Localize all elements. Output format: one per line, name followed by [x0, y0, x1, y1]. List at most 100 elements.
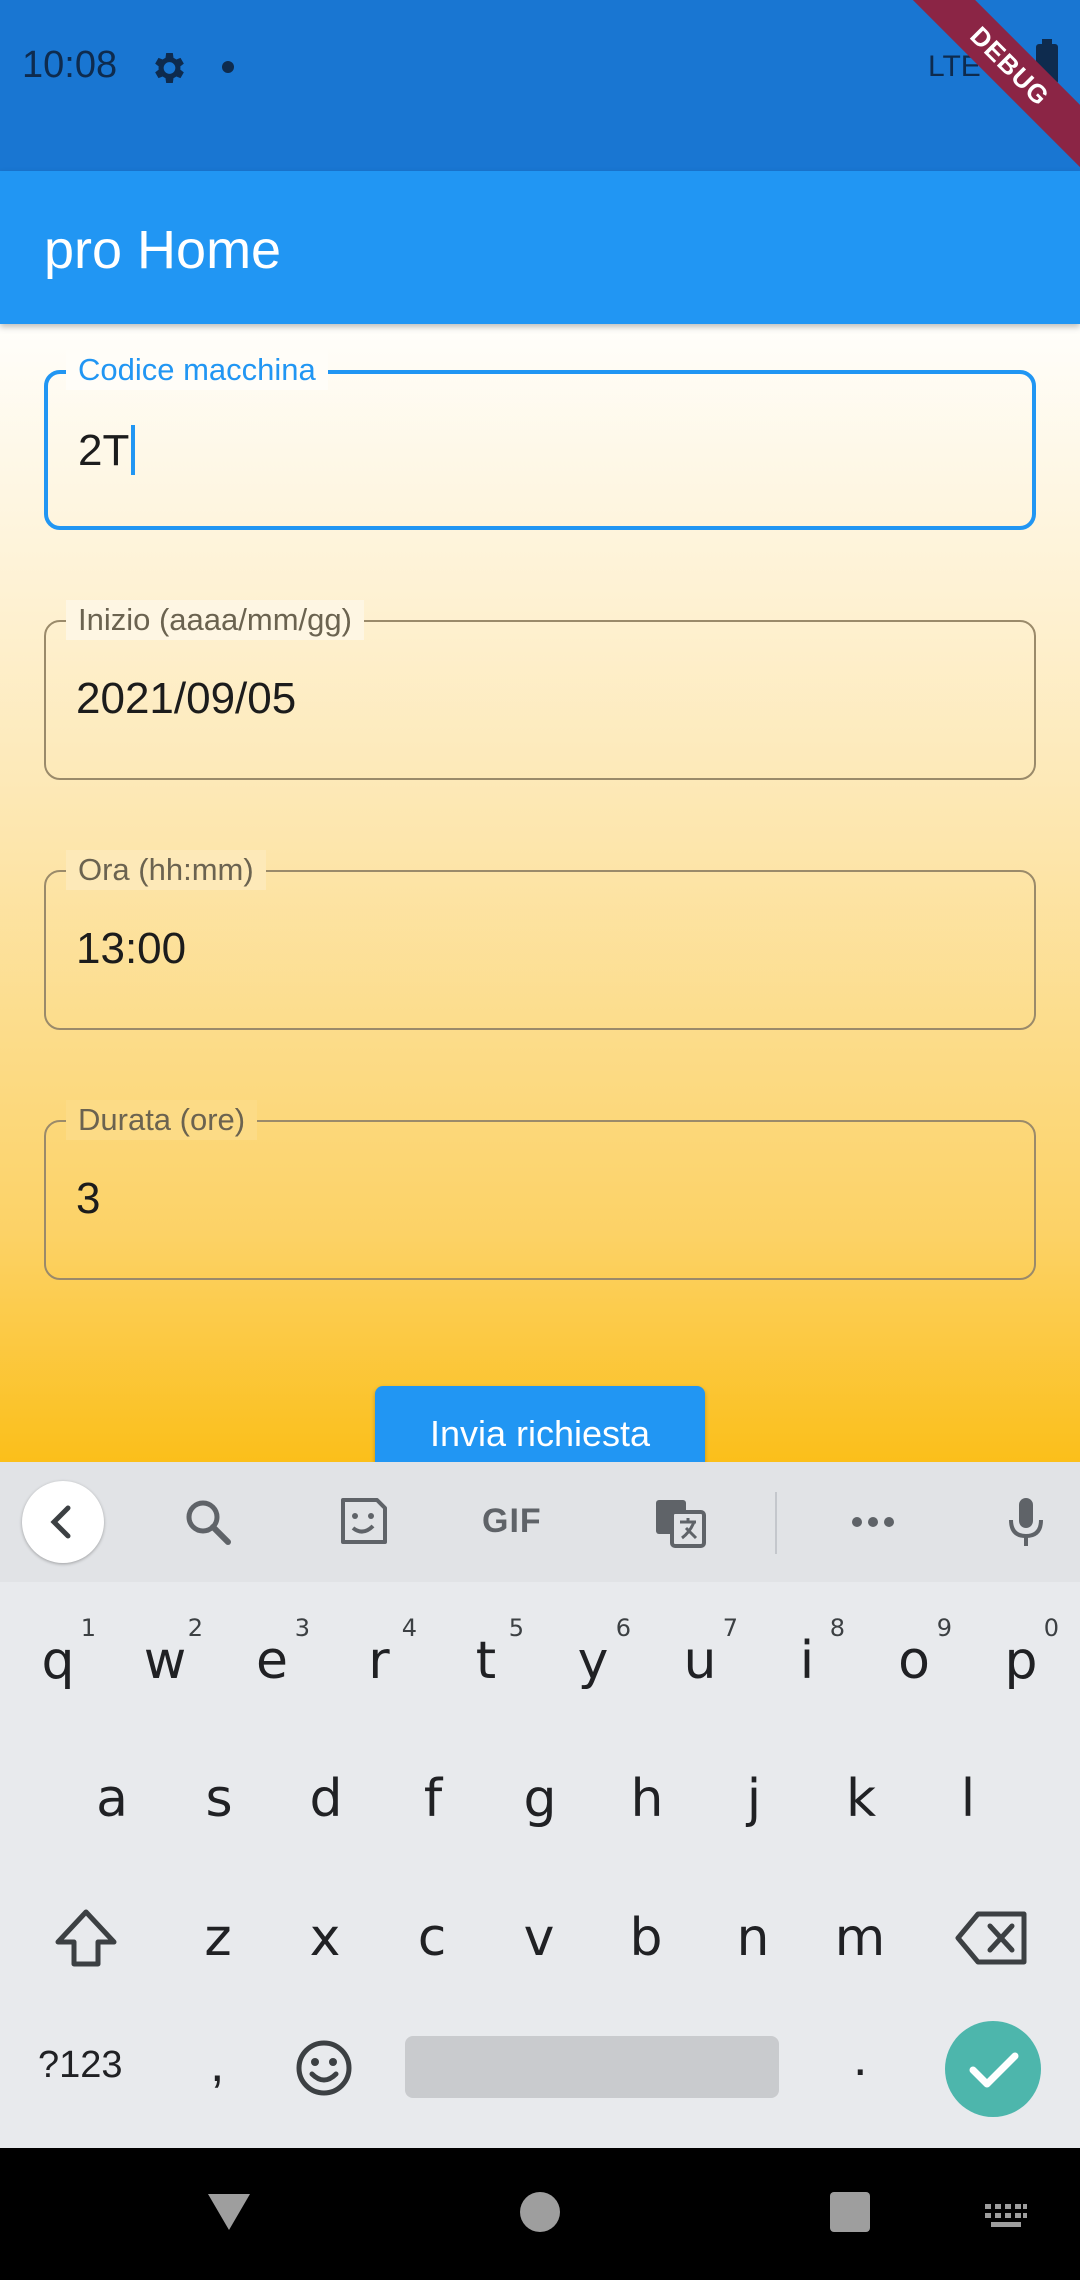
text-cursor	[131, 425, 136, 476]
sticker-icon[interactable]	[333, 1492, 393, 1552]
key-l[interactable]: l	[916, 1744, 1020, 1854]
period-key[interactable]: .	[853, 2028, 867, 2088]
key-b[interactable]: b	[594, 1883, 698, 1993]
key-hint: 6	[615, 1614, 631, 1642]
back-nav-icon[interactable]	[204, 2190, 254, 2234]
toolbar-divider	[775, 1492, 777, 1554]
key-y[interactable]: y6	[541, 1606, 645, 1716]
key-label: d	[309, 1769, 343, 1829]
key-h[interactable]: h	[595, 1744, 699, 1854]
time-field[interactable]: Ora (hh:mm) 13:00	[44, 850, 1036, 1030]
time-input[interactable]: 13:00	[76, 924, 186, 974]
key-d[interactable]: d	[274, 1744, 378, 1854]
chevron-left-icon	[50, 1505, 71, 1539]
key-hint: 2	[187, 1614, 203, 1642]
key-m[interactable]: m	[808, 1883, 912, 1993]
key-label: z	[204, 1908, 232, 1968]
shift-icon[interactable]	[50, 1902, 122, 1974]
key-g[interactable]: g	[488, 1744, 592, 1854]
app-bar: pro Home	[0, 171, 1080, 324]
submit-request-button[interactable]: Invia richiesta	[375, 1386, 705, 1462]
microphone-icon[interactable]	[996, 1492, 1056, 1552]
key-v[interactable]: v	[487, 1883, 591, 1993]
start-date-label: Inizio (aaaa/mm/gg)	[66, 600, 364, 640]
key-u[interactable]: u7	[648, 1606, 752, 1716]
key-s[interactable]: s	[167, 1744, 271, 1854]
collapse-toolbar-button[interactable]	[22, 1481, 104, 1563]
debug-banner: DEBUG	[910, 0, 1080, 170]
settings-icon	[155, 53, 184, 83]
key-hint: 8	[829, 1614, 845, 1642]
key-label: l	[960, 1769, 976, 1829]
space-bar[interactable]	[405, 2036, 779, 2098]
home-nav-icon[interactable]	[518, 2190, 562, 2234]
key-label: k	[845, 1769, 877, 1829]
key-hint: 9	[936, 1614, 952, 1642]
translate-icon[interactable]	[650, 1492, 710, 1552]
key-z[interactable]: z	[166, 1883, 270, 1993]
key-label: b	[629, 1908, 663, 1968]
key-n[interactable]: n	[701, 1883, 805, 1993]
key-label: v	[523, 1908, 555, 1968]
key-p[interactable]: p0	[969, 1606, 1073, 1716]
key-o[interactable]: o9	[862, 1606, 966, 1716]
key-hint: 3	[294, 1614, 310, 1642]
symbols-key[interactable]: ?123	[38, 2044, 123, 2087]
duration-input[interactable]: 3	[76, 1174, 100, 1224]
recents-nav-icon[interactable]	[829, 2191, 871, 2233]
key-e[interactable]: e3	[220, 1606, 324, 1716]
check-icon	[969, 2052, 1019, 2088]
key-label: a	[96, 1769, 128, 1829]
gif-button[interactable]: GIF	[482, 1502, 542, 1541]
keyboard-switch-icon[interactable]	[983, 2202, 1029, 2230]
start-date-input[interactable]: 2021/09/05	[76, 674, 296, 724]
debug-banner-container: DEBUG	[910, 0, 1080, 170]
key-label: m	[834, 1908, 886, 1968]
key-c[interactable]: c	[380, 1883, 484, 1993]
key-label: j	[746, 1769, 762, 1829]
form-content: Codice macchina 2T Inizio (aaaa/mm/gg) 2…	[0, 324, 1080, 1462]
key-a[interactable]: a	[60, 1744, 164, 1854]
enter-key[interactable]	[945, 2021, 1041, 2117]
status-bar: 10:08 LTE DEBUG	[0, 0, 1080, 171]
machine-code-label: Codice macchina	[66, 350, 328, 390]
key-hint: 4	[401, 1614, 417, 1642]
key-label: x	[309, 1908, 341, 1968]
key-i[interactable]: i8	[755, 1606, 859, 1716]
duration-field[interactable]: Durata (ore) 3	[44, 1100, 1036, 1280]
navigation-bar	[0, 2148, 1080, 2280]
key-hint: 0	[1043, 1614, 1059, 1642]
key-t[interactable]: t5	[434, 1606, 538, 1716]
key-w[interactable]: w2	[113, 1606, 217, 1716]
search-icon[interactable]	[178, 1492, 238, 1552]
key-label: h	[630, 1769, 664, 1829]
machine-code-input[interactable]: 2T	[78, 425, 136, 476]
key-label: n	[736, 1908, 770, 1968]
key-label: s	[205, 1769, 233, 1829]
machine-code-field[interactable]: Codice macchina 2T	[44, 350, 1036, 530]
key-hint: 5	[508, 1614, 524, 1642]
soft-keyboard: GIF q1w2e3r4t5y6u7i8o9p0 a s d f g h j k l z x c v b…	[0, 1462, 1080, 2148]
page-title: pro Home	[44, 220, 282, 280]
notification-dot-icon	[222, 61, 234, 73]
status-time: 10:08	[22, 44, 118, 86]
keyboard-toolbar: GIF	[0, 1462, 1080, 1582]
key-j[interactable]: j	[702, 1744, 806, 1854]
key-q[interactable]: q1	[6, 1606, 110, 1716]
key-hint: 1	[80, 1614, 96, 1642]
backspace-icon[interactable]	[954, 1906, 1032, 1970]
key-f[interactable]: f	[381, 1744, 485, 1854]
key-k[interactable]: k	[809, 1744, 913, 1854]
start-date-field[interactable]: Inizio (aaaa/mm/gg) 2021/09/05	[44, 600, 1036, 780]
key-x[interactable]: x	[273, 1883, 377, 1993]
key-hint: 7	[722, 1614, 738, 1642]
key-label: f	[423, 1769, 443, 1829]
time-label: Ora (hh:mm)	[66, 850, 266, 890]
duration-label: Durata (ore)	[66, 1100, 258, 1140]
key-r[interactable]: r4	[327, 1606, 431, 1716]
key-label: g	[523, 1769, 557, 1829]
emoji-icon[interactable]	[294, 2038, 354, 2098]
comma-key[interactable]: ,	[210, 2034, 224, 2094]
more-options-icon[interactable]	[843, 1492, 903, 1552]
key-label: c	[417, 1908, 447, 1968]
